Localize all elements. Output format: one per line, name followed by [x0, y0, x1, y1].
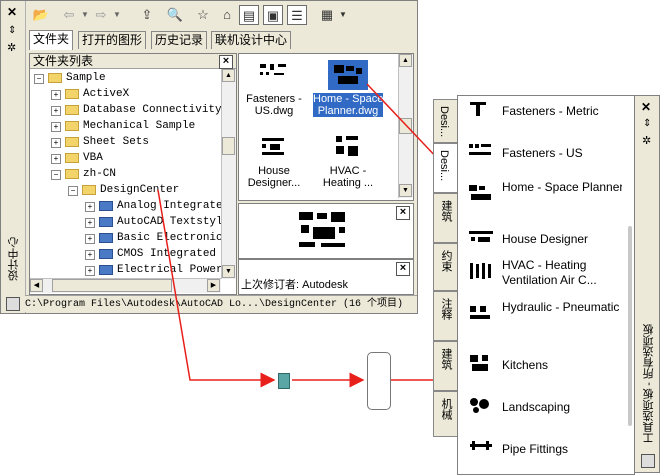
palette-menu-icon[interactable]: [641, 454, 655, 468]
palette-tool-label: Fasteners - US: [502, 146, 583, 160]
palette-tool-label: Kitchens: [502, 358, 549, 372]
palette-tool[interactable]: Landscaping: [468, 390, 622, 426]
palette-tool[interactable]: Kitchens: [468, 348, 622, 384]
palette-tab[interactable]: 注释: [433, 291, 457, 341]
palette-tool-label: Landscaping: [502, 400, 571, 414]
palette-tool[interactable]: Hydraulic - Pneumatic: [468, 298, 622, 334]
tool-thumbnail-icon: [470, 441, 492, 450]
tool-palette-title-rail: ✕ ⇕ ✲ 工具选项板 - 所有选项板: [634, 95, 660, 473]
autohide-icon[interactable]: ⇕: [643, 118, 651, 129]
palette-tool[interactable]: House Designer: [468, 222, 622, 258]
palette-tool-label: HVAC - Heating Ventilation Air C...: [502, 258, 597, 287]
tool-thumbnail-icon: [470, 263, 491, 279]
palette-tool[interactable]: Pipe Fittings: [468, 432, 622, 468]
drag-arrow-to-chip: [157, 189, 276, 388]
tool-thumbnail-icon: [470, 102, 486, 116]
palette-tool-label: House Designer: [502, 232, 589, 246]
tool-thumbnail-icon: [469, 144, 491, 155]
palette-edge-box: [367, 352, 391, 410]
tool-list: Fasteners - Metric Fasteners - US Home - S…: [458, 96, 622, 472]
palette-tool[interactable]: HVAC - Heating Ventilation Air C...: [468, 256, 622, 292]
palette-tool[interactable]: Fasteners - US: [468, 136, 622, 172]
tool-thumbnail-icon: [470, 306, 490, 319]
properties-icon[interactable]: ✲: [642, 134, 651, 147]
palette-tab-label: 建筑: [440, 348, 452, 370]
palette-tab[interactable]: Desi...: [433, 99, 457, 143]
palette-tool-label: Fasteners - Metric: [502, 104, 599, 118]
tool-palette-tabs: Desi... Desi... 建筑 约束 注释 建筑 机械: [433, 95, 457, 473]
tool-thumbnail-icon: [470, 398, 489, 413]
tool-palette-title: 工具选项板 - 所有选项板: [643, 324, 655, 444]
palette-tab-label: 机械: [440, 398, 452, 420]
palette-tab-label: 建筑: [440, 200, 452, 222]
palette-tool[interactable]: Fasteners - Metric: [468, 96, 622, 130]
palette-tab[interactable]: 机械: [433, 391, 457, 437]
palette-tool-label: Hydraulic - Pneumatic: [502, 300, 620, 314]
palette-tool[interactable]: Home - Space Planner: [468, 178, 622, 214]
tool-palette-body: Fasteners - Metric Fasteners - US Home - S…: [457, 95, 635, 475]
tool-thumbnail-icon: [469, 185, 491, 200]
palette-tool-label: Pipe Fittings: [502, 442, 569, 456]
tool-thumbnail-icon: [470, 355, 488, 371]
palette-scrollbar[interactable]: [628, 226, 632, 426]
close-icon[interactable]: ✕: [641, 100, 651, 114]
palette-tab-label: 约束: [440, 250, 452, 272]
palette-tab[interactable]: Desi...: [433, 143, 457, 193]
palette-tab-label: Desi...: [438, 106, 450, 138]
palette-tab[interactable]: 建筑: [433, 193, 457, 243]
palette-tab-label: Desi...: [438, 150, 450, 182]
palette-tab-label: 注释: [440, 298, 452, 320]
palette-tab[interactable]: 建筑: [433, 341, 457, 391]
palette-tab[interactable]: 约束: [433, 243, 457, 291]
tool-palette-window: Desi... Desi... 建筑 约束 注释 建筑 机械 Fasteners - Met…: [430, 91, 660, 475]
tool-chip-icon: [278, 373, 290, 389]
palette-tool-label: Home - Space Planner: [502, 180, 622, 194]
tool-thumbnail-icon: [469, 231, 493, 242]
